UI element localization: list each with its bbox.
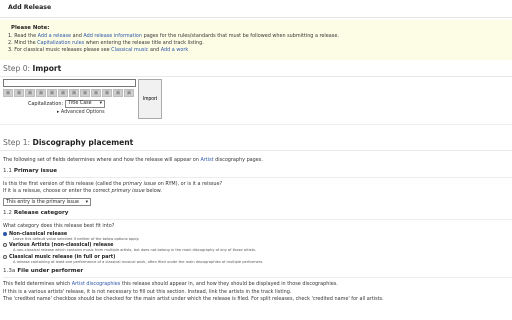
classical-music-link[interactable]: Classical music [111, 47, 148, 53]
capitalization-row: Capitalization: Title Case ▾ [28, 100, 106, 109]
source-9-icon[interactable]: ▣ [91, 89, 101, 98]
radio-selected[interactable] [3, 231, 7, 236]
import-button[interactable]: Import [138, 79, 162, 120]
step-0-heading: Step 0: Import [0, 64, 512, 74]
various-artists-hint: If this is a various artists' release, i… [3, 288, 292, 295]
note-title: Please Note: [11, 25, 50, 31]
note-item-1: 1. Read the Add a release and Add releas… [8, 33, 504, 39]
credited-name-hint: The 'credited name' checkbox should be c… [3, 295, 384, 302]
primary-issue-hint: If it is a reissue, choose or enter the … [3, 188, 512, 194]
top-bar: Add Release [0, 0, 512, 18]
add-a-work-link[interactable]: Add a work [161, 47, 188, 53]
primary-issue-heading: 1.1 Primary issue [3, 168, 512, 175]
source-6-icon[interactable]: ▣ [58, 89, 68, 98]
description-text: This field determines which [3, 281, 72, 288]
radio-unselected[interactable] [3, 254, 7, 259]
add-release-information-link[interactable]: Add release information [83, 33, 142, 39]
subsection-title: File under performer [17, 268, 84, 275]
source-10-icon[interactable]: ▣ [102, 89, 112, 98]
note-list: 1. Read the Add a release and Add releas… [8, 33, 504, 53]
note-text: 3. For classical music releases please s… [8, 47, 112, 53]
step-1-heading: Step 1: Discography placement [0, 138, 512, 148]
source-1-icon[interactable]: ▣ [3, 89, 13, 98]
option-help: Leave this default value selected if nei… [13, 236, 140, 241]
advanced-options-toggle[interactable]: ▸ Advanced Options [57, 110, 105, 116]
note-item-3: 3. For classical music releases please s… [8, 47, 504, 53]
step-number: Step 0: [3, 64, 33, 74]
note-item-2: 2. Mind the Capitalization rules when en… [8, 40, 504, 46]
add-a-release-link[interactable]: Add a release [38, 33, 71, 39]
divider [3, 277, 512, 279]
option-help: A non-classical release which contains m… [13, 248, 257, 253]
step-number: Step 1: [3, 138, 33, 148]
intro-text: discography pages. [213, 157, 263, 164]
source-2-icon[interactable]: ▣ [14, 89, 24, 98]
primary-issue-question: Is this the first version of this releas… [3, 181, 512, 187]
source-8-icon[interactable]: ▣ [80, 89, 90, 98]
section-separator [0, 124, 512, 134]
release-category-heading: 1.2 Release category [3, 210, 512, 217]
option-label: Non-classical release [9, 230, 68, 237]
chevron-down-icon: ▾ [85, 199, 88, 205]
capitalization-label: Capitalization: [28, 101, 64, 108]
question-text: on RYM), or is it a reissue? [156, 181, 223, 188]
option-help: A release containing at least one perfor… [13, 259, 264, 264]
file-under-performer-heading: 1.3a File under performer [3, 268, 512, 275]
subsection-title: Release category [13, 210, 69, 217]
source-5-icon[interactable]: ▣ [47, 89, 57, 98]
source-12-icon[interactable]: ▣ [124, 89, 134, 98]
subsection-title: Primary issue [13, 168, 57, 175]
page-title: Add Release [8, 4, 52, 11]
capitalization-rules-link[interactable]: Capitalization rules [37, 40, 84, 46]
note-text: when entering the release title and trac… [84, 39, 204, 46]
please-note-box: Please Note: 1. Read the Add a release a… [0, 20, 512, 61]
import-source-icons: ▣ ▣ ▣ ▣ ▣ ▣ ▣ ▣ ▣ ▣ ▣ ▣ [3, 89, 134, 98]
source-3-icon[interactable]: ▣ [25, 89, 35, 98]
artist-link[interactable]: Artist [200, 157, 213, 163]
note-text: pages for the rules/standards that must … [142, 32, 339, 39]
primary-issue-select[interactable]: This entry is the primary issue ▾ [3, 198, 91, 207]
capitalization-value: Title Case [68, 101, 92, 107]
note-text: 2. Mind the [8, 39, 38, 46]
divider [3, 219, 512, 221]
intro-text: The following set of fields determines w… [3, 157, 201, 164]
capitalization-select[interactable]: Title Case ▾ [65, 100, 106, 109]
source-11-icon[interactable]: ▣ [113, 89, 123, 98]
note-text: and [71, 32, 84, 39]
import-panel: ▣ ▣ ▣ ▣ ▣ ▣ ▣ ▣ ▣ ▣ ▣ ▣ Capitalization: … [0, 79, 512, 121]
hint-emphasis: primary issue [111, 188, 145, 195]
hint-text: If it is a reissue, choose or enter the … [3, 188, 112, 195]
divider [3, 177, 512, 179]
question-text: Is this the first version of this releas… [3, 181, 123, 188]
divider [0, 76, 512, 78]
note-text: 1. Read the [8, 32, 38, 39]
source-7-icon[interactable]: ▣ [69, 89, 79, 98]
divider [0, 150, 512, 152]
source-4-icon[interactable]: ▣ [36, 89, 46, 98]
hint-text: below. [144, 188, 162, 195]
radio-unselected[interactable] [3, 243, 7, 248]
file-under-description: This field determines which Artist disco… [3, 281, 512, 287]
step-1-intro: The following set of fields determines w… [3, 157, 512, 163]
step-name: Discography placement [32, 138, 134, 148]
chevron-down-icon: ▾ [99, 101, 103, 107]
description-text: this release should appear in, and how t… [120, 281, 338, 288]
subsection-number: 1.3a [3, 268, 16, 275]
step-1-body: The following set of fields determines w… [0, 157, 512, 302]
subsection-number: 1.2 [3, 210, 12, 217]
note-text: and [148, 47, 161, 53]
primary-issue-value: This entry is the primary issue [6, 199, 79, 205]
question-emphasis: primary issue [122, 181, 157, 188]
import-url-input[interactable] [3, 79, 136, 88]
artist-discographies-link[interactable]: Artist discographies [72, 281, 121, 287]
step-name: Import [32, 64, 62, 74]
subsection-number: 1.1 [3, 168, 12, 175]
release-category-question: What category does this release best fit… [3, 223, 115, 230]
